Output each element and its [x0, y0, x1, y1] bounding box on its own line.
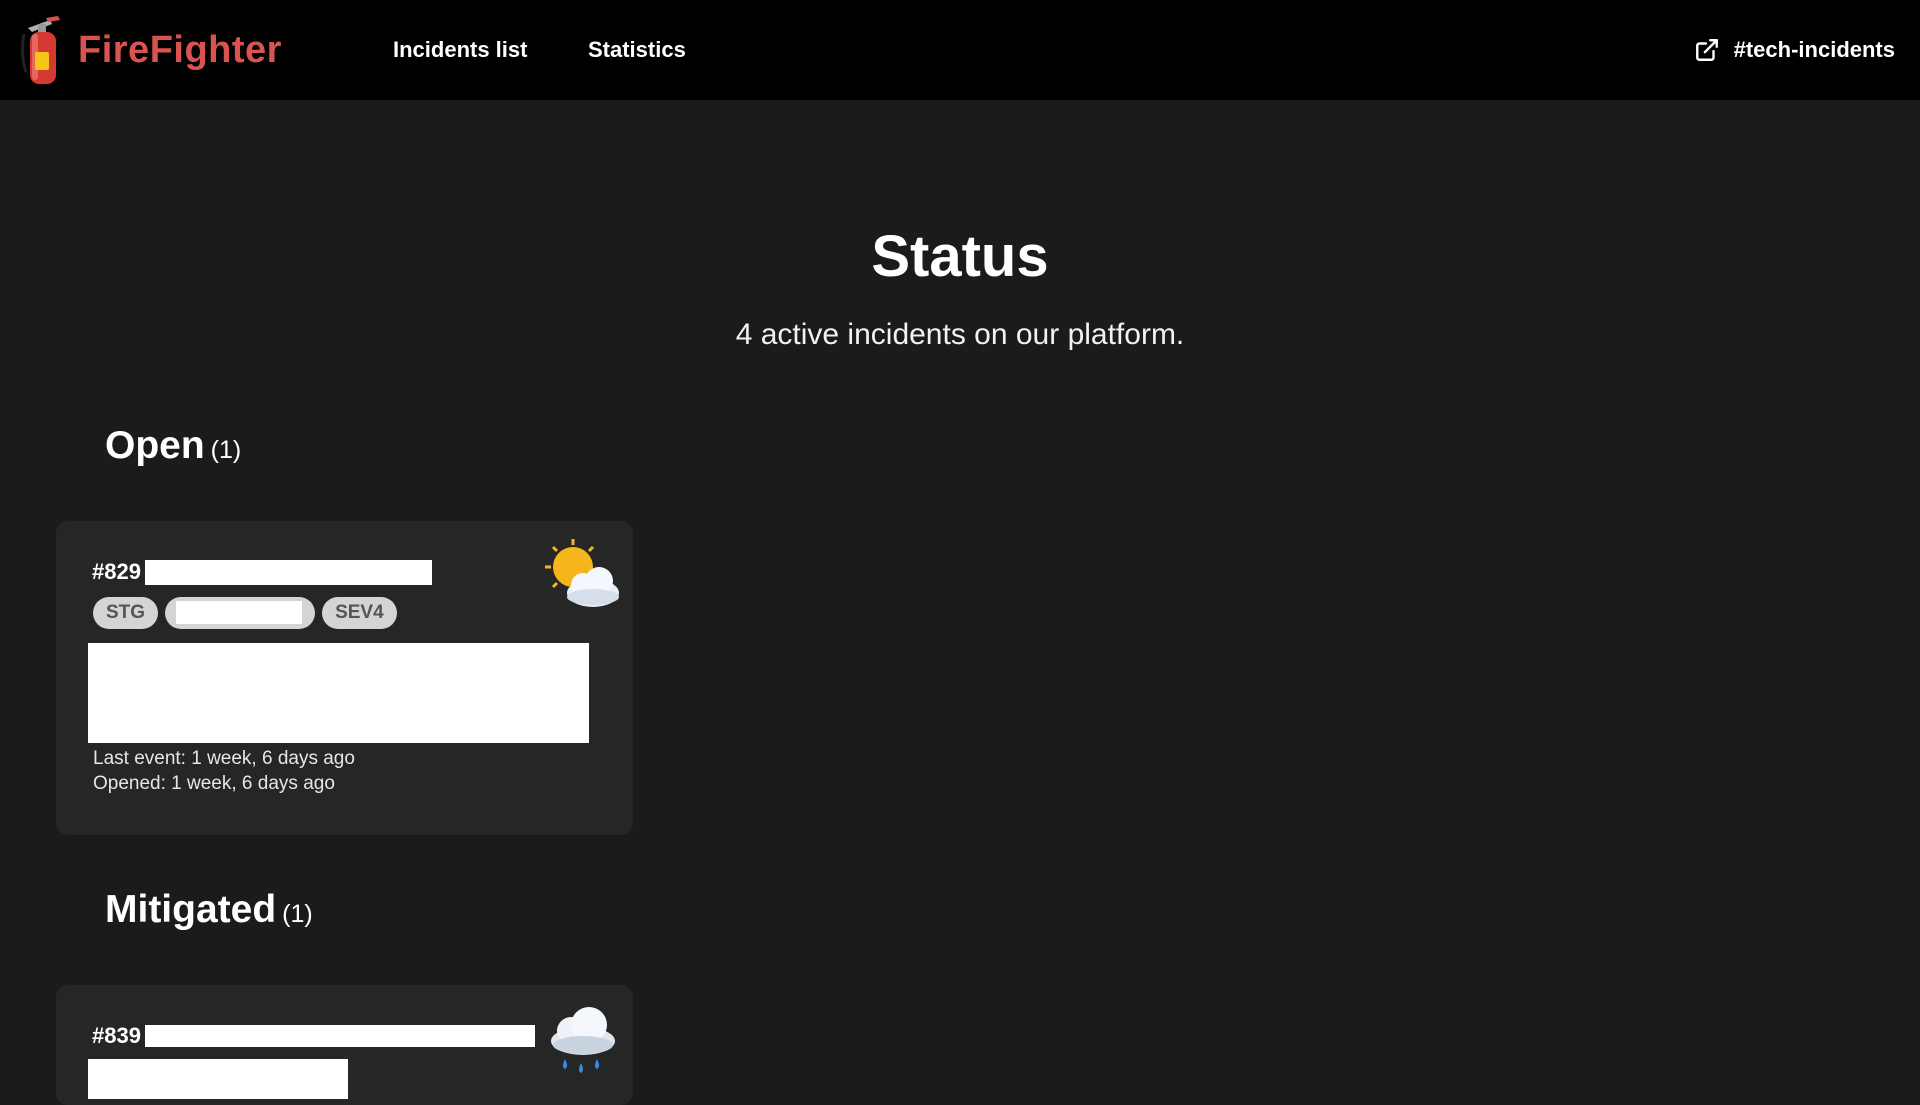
section-mitigated-label: Mitigated — [105, 888, 277, 931]
incident-header: #839 — [92, 1023, 535, 1049]
fire-extinguisher-icon — [20, 16, 60, 84]
brand-name: FireFighter — [78, 28, 282, 71]
active-incidents-summary: 4 active incidents on our platform. — [735, 318, 1185, 351]
incident-card-829[interactable]: #829 STG SEV4 Last event: 1 week, 6 days… — [56, 521, 633, 835]
section-open-title: Open (1) — [105, 422, 241, 474]
section-mitigated-count: (1) — [282, 900, 313, 928]
top-navbar: FireFighter Incidents list Statistics #t… — [0, 0, 1920, 100]
opened-time: Opened: 1 week, 6 days ago — [93, 773, 335, 794]
nav-incidents-list[interactable]: Incidents list — [393, 36, 527, 64]
incident-title-redacted — [144, 1025, 535, 1047]
external-link-icon — [1695, 39, 1718, 61]
severity-tag: SEV4 — [322, 597, 397, 629]
sun-behind-cloud-icon — [545, 539, 619, 607]
brand-home-link[interactable]: FireFighter — [20, 14, 282, 86]
slack-channel-label: #tech-incidents — [1733, 37, 1895, 62]
incident-card-839[interactable]: #839 — [56, 985, 633, 1105]
section-open-label: Open — [105, 424, 205, 467]
incident-header: #829 — [92, 559, 432, 585]
section-open-count: (1) — [210, 436, 242, 464]
cloud-with-rain-icon — [551, 1007, 615, 1073]
incident-id[interactable]: #829 — [92, 559, 141, 585]
page-title: Status — [871, 224, 1049, 289]
environment-tag: STG — [93, 597, 159, 629]
incident-title-redacted — [144, 559, 432, 585]
last-event-time: Last event: 1 week, 6 days ago — [93, 748, 355, 769]
incident-description-redacted — [88, 1059, 348, 1099]
nav-statistics[interactable]: Statistics — [588, 36, 686, 64]
component-tag-redacted — [165, 597, 316, 629]
slack-channel-link[interactable]: #tech-incidents — [1694, 36, 1895, 64]
incident-id[interactable]: #839 — [92, 1023, 141, 1049]
incident-tags: STG SEV4 — [93, 597, 404, 629]
section-mitigated-title: Mitigated (1) — [105, 886, 313, 938]
incident-description-redacted — [88, 643, 589, 743]
